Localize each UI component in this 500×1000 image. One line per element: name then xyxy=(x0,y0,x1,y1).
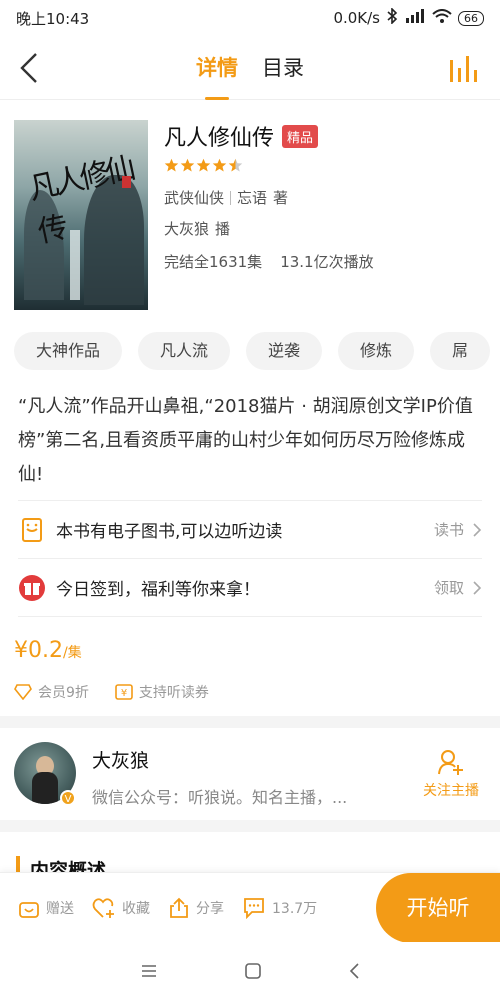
tag-chip[interactable]: 逆袭 xyxy=(246,332,323,370)
follow-label: 关注主播 xyxy=(423,783,479,799)
playing-bars-icon[interactable] xyxy=(448,52,480,84)
tag-chip[interactable]: 凡人流 xyxy=(138,332,231,370)
coupon-icon: ¥ xyxy=(115,684,133,700)
follow-anchor-button[interactable]: 关注主播 xyxy=(416,748,486,800)
heart-plus-icon xyxy=(92,898,114,918)
signin-text: 今日签到，福利等你来拿！ xyxy=(56,580,260,600)
collect-button[interactable]: 收藏 xyxy=(92,897,150,919)
price-amount: ¥0.2 xyxy=(14,638,63,663)
book-info: 凡人修仙传 精品 武侠仙侠 忘语 著 大灰狼 播 完结全1631集 13.1亿次… xyxy=(164,120,484,272)
star-icon xyxy=(164,158,179,172)
bluetooth-icon xyxy=(386,7,398,28)
cover-seal xyxy=(122,176,131,188)
narrator-line: 大灰狼 播 xyxy=(164,218,484,239)
gift-icon xyxy=(19,574,45,601)
gift-button[interactable]: 赠送 xyxy=(18,897,74,919)
book-title: 凡人修仙传 xyxy=(164,126,275,151)
menu-icon[interactable] xyxy=(140,963,158,979)
anchor-description: 微信公众号：听狼说。知名主播，... xyxy=(92,788,348,807)
premium-badge: 精品 xyxy=(282,124,319,148)
add-user-icon xyxy=(438,750,463,775)
episode-status: 完结全1631集 xyxy=(164,253,263,271)
genre-author: 武侠仙侠 忘语 著 xyxy=(164,187,484,208)
star-icon xyxy=(180,158,195,172)
home-icon[interactable] xyxy=(244,962,262,980)
start-listening-button[interactable]: 开始听 xyxy=(376,873,500,943)
author-suffix: 著 xyxy=(273,189,289,207)
gift-box-icon xyxy=(19,902,39,918)
rating-stars xyxy=(164,158,484,173)
read-book-label: 读书 xyxy=(433,521,464,539)
status-time: 晚上10:43 xyxy=(16,9,90,28)
narrator[interactable]: 大灰狼 xyxy=(164,218,209,239)
wifi-icon xyxy=(432,9,452,27)
section-divider xyxy=(0,716,500,728)
tag-list: 大神作品 凡人流 逆袭 修炼 屌 xyxy=(14,332,500,372)
verified-badge: V xyxy=(60,790,76,806)
chevron-right-icon xyxy=(473,580,482,595)
ebook-icon xyxy=(22,517,42,542)
anchor-card[interactable]: V 大灰狼 微信公众号：听狼说。知名主播，... 关注主播 xyxy=(0,728,500,820)
ebook-text: 本书有电子图书,可以边听边读 xyxy=(56,522,283,542)
coupon-support: ¥ 支持听读券 xyxy=(115,682,209,702)
section-divider xyxy=(0,820,500,832)
tag-chip[interactable]: 屌 xyxy=(430,332,491,370)
network-speed: 0.0K/s xyxy=(333,9,380,27)
half-star-icon xyxy=(228,158,243,172)
top-nav: 详情 目录 xyxy=(0,36,500,100)
book-cover[interactable]: 凡人修仙传 xyxy=(14,120,148,310)
battery-icon: 66 xyxy=(458,10,484,26)
anchor-name[interactable]: 大灰狼 xyxy=(92,746,149,773)
bottom-bar: 赠送 收藏 分享 13.7万 开始听 xyxy=(0,872,500,943)
share-icon xyxy=(170,897,188,918)
share-button[interactable]: 分享 xyxy=(168,897,224,919)
diamond-icon xyxy=(14,684,32,700)
claim-label: 领取 xyxy=(433,579,464,597)
price-unit: /集 xyxy=(62,645,82,661)
chevron-right-icon xyxy=(473,522,482,537)
tab-bar: 详情 目录 xyxy=(0,52,500,82)
action-list: 赠送 收藏 分享 13.7万 xyxy=(18,873,317,943)
signin-row[interactable]: 今日签到，福利等你来拿！ 领取 xyxy=(18,558,482,616)
system-back-icon[interactable] xyxy=(348,962,360,980)
svg-text:¥: ¥ xyxy=(121,688,127,699)
author[interactable]: 忘语 xyxy=(237,187,267,208)
genre[interactable]: 武侠仙侠 xyxy=(164,187,224,208)
claim-link[interactable]: 领取 xyxy=(434,577,482,598)
tab-catalog[interactable]: 目录 xyxy=(262,52,304,82)
book-header: 凡人修仙传 凡人修仙传 精品 武侠仙侠 忘语 著 大灰狼 播 完结全1631集 … xyxy=(14,120,486,315)
star-icon xyxy=(212,158,227,172)
star-icon xyxy=(196,158,211,172)
tab-details[interactable]: 详情 xyxy=(196,52,238,82)
read-book-link[interactable]: 读书 xyxy=(434,519,482,540)
tag-chip[interactable]: 修炼 xyxy=(338,332,415,370)
ebook-row[interactable]: 本书有电子图书,可以边听边读 读书 xyxy=(18,500,482,558)
comments-button[interactable]: 13.7万 xyxy=(242,897,317,919)
stats-line: 完结全1631集 13.1亿次播放 xyxy=(164,251,484,272)
comment-icon xyxy=(244,898,264,919)
play-count: 13.1亿次播放 xyxy=(280,253,374,271)
status-icons: 0.0K/s 66 xyxy=(333,7,484,28)
tag-chip[interactable]: 大神作品 xyxy=(14,332,123,370)
status-bar: 晚上10:43 0.0K/s 66 xyxy=(0,0,500,36)
narrator-suffix: 播 xyxy=(215,220,231,238)
perks: 会员9折 ¥ 支持听读券 xyxy=(14,682,209,702)
price: ¥0.2/集 xyxy=(14,638,82,663)
book-description: “凡人流”作品开山鼻祖,“2018猫片 · 胡润原创文学IP价值榜”第二名,且看… xyxy=(18,396,473,485)
signal-icon xyxy=(404,9,426,27)
vip-discount: 会员9折 xyxy=(14,682,89,702)
system-nav xyxy=(0,942,500,1000)
